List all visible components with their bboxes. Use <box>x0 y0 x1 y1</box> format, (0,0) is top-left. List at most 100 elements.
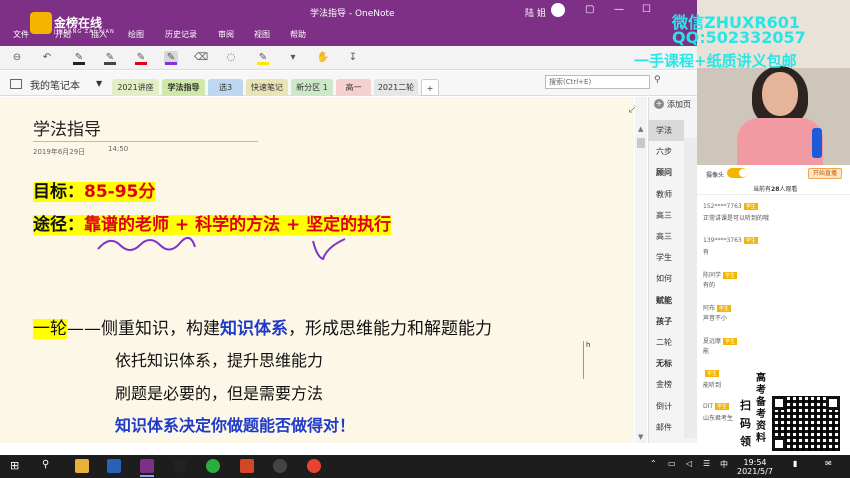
student-badge: 学生 <box>743 237 758 244</box>
search-icon[interactable]: ⚲ <box>42 459 49 470</box>
undo-icon[interactable]: ↶ <box>40 51 54 65</box>
chat-message: 能 <box>703 348 710 355</box>
bullet-line-3[interactable]: 刷题是必要的，但是需要方法 <box>115 380 323 404</box>
page-scrollbar[interactable] <box>635 97 647 443</box>
round-one-line[interactable]: 一轮——侧重知识，构建知识体系，形成思维能力和解题能力 <box>33 314 492 339</box>
ink-squiggle <box>97 236 196 251</box>
page-item[interactable]: 六步 <box>648 141 684 162</box>
search-input[interactable]: 搜索(Ctrl+E) <box>545 75 650 89</box>
wechat-icon[interactable] <box>206 459 220 473</box>
section-tab-xuan3[interactable]: 选3 <box>208 79 243 96</box>
page-item[interactable]: 学法 <box>648 120 684 141</box>
section-tab-study-guide[interactable]: 学法指导 <box>162 79 205 96</box>
page-item[interactable]: 教师 <box>648 184 684 205</box>
tab-review[interactable]: 审阅 <box>218 29 234 40</box>
page-item[interactable]: 赋能 <box>648 290 684 311</box>
minimize-icon[interactable]: — <box>614 4 624 15</box>
scroll-up-icon[interactable]: ▲ <box>638 125 643 133</box>
chrome-icon[interactable] <box>307 459 321 473</box>
add-section-button[interactable]: + <box>421 79 439 96</box>
tab-draw[interactable]: 绘图 <box>128 29 144 40</box>
round-dash: ——侧重知识，构建 <box>67 319 220 339</box>
tab-insert[interactable]: 插入 <box>91 29 107 40</box>
chevron-down-icon[interactable]: ▼ <box>96 79 102 88</box>
page-item[interactable]: 高三 <box>648 205 684 226</box>
page-item[interactable]: 无标 <box>648 353 684 374</box>
path-label: 途径： <box>33 215 84 235</box>
note-page[interactable]: 学法指导 2019年6月29日 14:50 目标：85-95分 途径：靠谱的老师… <box>0 97 634 443</box>
section-tab-2021-round2[interactable]: 2021二轮 <box>374 79 418 96</box>
scroll-thumb[interactable] <box>637 138 645 148</box>
section-tab-new-section[interactable]: 新分区 1 <box>291 79 333 96</box>
section-tab-quick-notes[interactable]: 快速笔记 <box>246 79 288 96</box>
restore-icon[interactable]: ▢ <box>585 4 594 15</box>
scroll-down-icon[interactable]: ▼ <box>638 433 643 441</box>
path-line[interactable]: 途径：靠谱的老师 + 科学的方法 + 坚定的执行 <box>33 210 392 235</box>
page-item[interactable]: 顾问 <box>648 162 684 183</box>
qq-icon[interactable] <box>173 459 187 473</box>
watermark-qq: QQ:502332057 <box>672 28 806 47</box>
page-item[interactable]: 金榜 <box>648 374 684 395</box>
notification-icon[interactable]: ✉ <box>825 459 832 468</box>
page-item[interactable]: 如何 <box>648 268 684 289</box>
section-tab-grade-one[interactable]: 高一 <box>336 79 371 96</box>
page-item[interactable]: 邮件 <box>648 417 684 438</box>
search-icon[interactable]: ⚲ <box>654 75 661 85</box>
clock-time: 19:54 <box>743 458 767 467</box>
lasso-icon[interactable]: ◌ <box>224 51 238 65</box>
battery-icon[interactable]: ▭ <box>668 459 676 468</box>
draw-toolbar: ⊖ ↶ ✎ ✎ ✎ ✎ ⌫ ◌ ✎ ▾ ✋ ↧ <box>0 46 697 70</box>
page-item[interactable]: 二轮 <box>648 332 684 353</box>
onenote-icon[interactable] <box>140 459 154 473</box>
start-live-button[interactable]: 开始直播 <box>808 168 842 179</box>
goal-line[interactable]: 目标：85-95分 <box>33 177 156 202</box>
eraser-icon[interactable]: ⌫ <box>194 51 208 65</box>
tab-view[interactable]: 视图 <box>254 29 270 40</box>
page-title[interactable]: 学法指导 <box>33 115 101 140</box>
tab-history[interactable]: 历史记录 <box>165 29 197 40</box>
presenter-face <box>762 72 798 116</box>
ribbon-tabs: 文件 开始 插入 绘图 历史记录 审阅 视图 帮助 <box>0 27 697 45</box>
page-list-scrollbar[interactable] <box>684 138 697 438</box>
page-item[interactable]: 高三 <box>648 226 684 247</box>
maximize-icon[interactable]: ☐ <box>642 4 651 15</box>
page-item[interactable]: 倒计 <box>648 396 684 417</box>
touch-draw-icon[interactable]: ✋ <box>316 51 330 65</box>
chat-author: 139****3763 学生 <box>703 237 758 244</box>
volume-icon[interactable]: ◁ <box>686 459 692 468</box>
notebook-name[interactable]: 我的笔记本 <box>30 77 80 92</box>
obs-icon[interactable] <box>273 459 287 473</box>
qr-text: 码 <box>740 417 751 430</box>
clock-date: 2021/5/7 <box>737 467 773 476</box>
windows-start-icon[interactable]: ⊞ <box>10 459 19 472</box>
network-icon[interactable]: ⌃ <box>650 459 657 468</box>
qr-finder <box>772 396 786 410</box>
round-label: 一轮 <box>33 319 67 339</box>
wifi-icon[interactable]: ☰ <box>703 459 710 468</box>
file-explorer-icon[interactable] <box>75 459 89 473</box>
bullet-line-4[interactable]: 知识体系决定你做题能否做得对！ <box>115 412 355 436</box>
chat-message: 正常讲课是可以听到的哦 <box>703 215 770 222</box>
avatar[interactable] <box>551 3 565 17</box>
powerpoint-icon[interactable] <box>240 459 254 473</box>
ime-indicator[interactable]: 中 <box>720 459 728 470</box>
system-clock[interactable]: 19:54 2021/5/7 <box>737 458 773 476</box>
page-item[interactable]: 孩子 <box>648 311 684 332</box>
show-desktop-icon[interactable]: ▮ <box>793 459 797 468</box>
bullet-line-2[interactable]: 依托知识体系，提升思维能力 <box>115 347 323 371</box>
chat-author-name: 139****3763 <box>703 237 742 244</box>
page-item[interactable]: 学生 <box>648 247 684 268</box>
section-tab-2021-lecture[interactable]: 2021讲座 <box>112 79 159 96</box>
tab-help[interactable]: 帮助 <box>290 29 306 40</box>
add-page-label[interactable]: 添加页 <box>667 99 691 110</box>
tab-file[interactable]: 文件 <box>13 29 29 40</box>
user-name[interactable]: 陆 姐 <box>525 6 546 19</box>
tab-home[interactable]: 开始 <box>55 29 71 40</box>
back-icon[interactable]: ⊖ <box>10 51 24 65</box>
word-icon[interactable] <box>107 459 121 473</box>
add-page-icon[interactable]: + <box>654 99 664 109</box>
chat-author-name: 阿布 <box>703 305 716 312</box>
highlighter-swatch <box>257 62 269 65</box>
more-pens-icon[interactable]: ▾ <box>286 51 300 65</box>
ink-to-shape-icon[interactable]: ↧ <box>346 51 360 65</box>
